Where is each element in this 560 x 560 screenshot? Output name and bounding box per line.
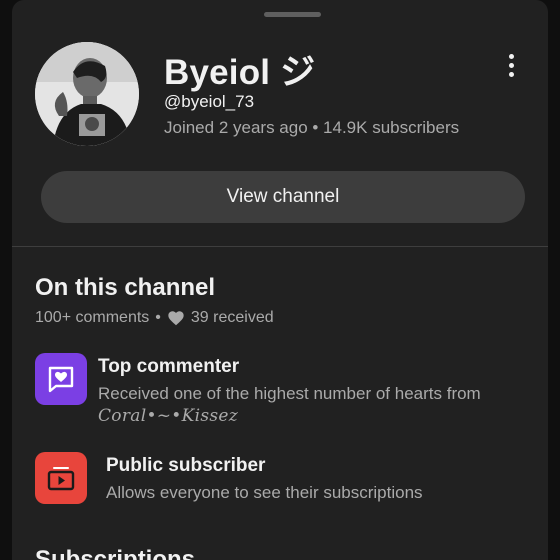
badge-title-top-commenter: Top commenter (98, 356, 240, 377)
more-vert-icon[interactable] (498, 50, 524, 80)
channel-handle: @byeiol_73 (164, 92, 255, 111)
view-channel-button[interactable]: View channel (41, 171, 525, 223)
badge-description-public-subscriber: Allows everyone to see their subscriptio… (106, 483, 423, 502)
comments-count: 100+ comments (35, 309, 150, 326)
section-title: On this channel (35, 274, 216, 301)
channel-meta: Joined 2 years ago • 14.9K subscribers (164, 118, 460, 137)
subscriptions-icon (35, 452, 87, 504)
drag-handle[interactable] (264, 12, 321, 17)
subscriptions-section-title: Subscriptions (35, 546, 196, 560)
divider (12, 246, 548, 247)
hearts-received: 39 received (190, 309, 274, 326)
heart-icon (167, 310, 185, 326)
badge-title-public-subscriber: Public subscriber (106, 455, 266, 476)
channel-stats: 100+ comments • 39 received (35, 309, 274, 327)
avatar[interactable] (35, 42, 139, 146)
avatar-photo (35, 42, 139, 146)
heart-comment-icon (35, 353, 87, 405)
creator-name: Coral•~•Kissez (98, 406, 239, 426)
separator: • (155, 309, 161, 326)
channel-info-sheet: Byeiol ジ @byeiol_73 Joined 2 years ago •… (12, 0, 548, 560)
badge-description-top-commenter: Received one of the highest number of he… (98, 384, 481, 403)
channel-name: Byeiol ジ (164, 53, 316, 92)
